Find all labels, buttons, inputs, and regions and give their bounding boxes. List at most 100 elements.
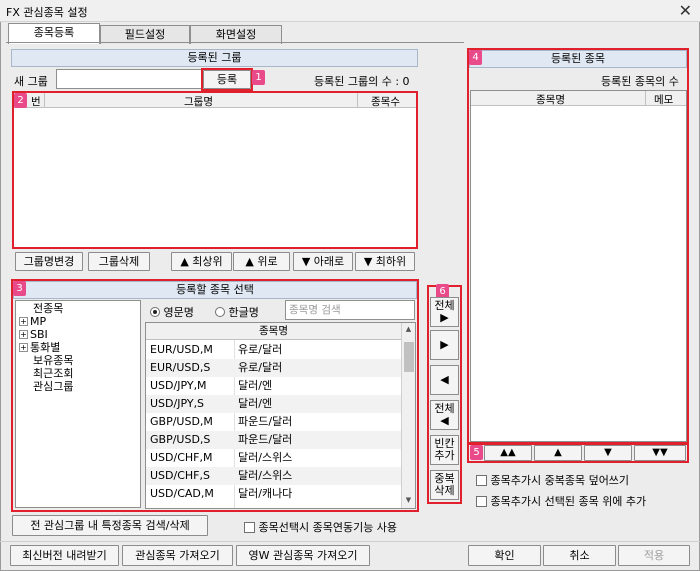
expand-icon[interactable]: + bbox=[19, 317, 28, 326]
groups-list-header bbox=[14, 93, 416, 108]
tab-divider bbox=[6, 42, 464, 43]
symbol-name: 파운드/달러 bbox=[238, 415, 293, 428]
scroll-up-icon[interactable]: ▲ bbox=[403, 325, 414, 333]
radio-english[interactable]: 영문명 bbox=[150, 304, 194, 320]
import-favorites-button[interactable]: 관심종목 가져오기 bbox=[122, 545, 233, 566]
col-divider bbox=[44, 93, 45, 108]
delete-group-button[interactable]: 그룹삭제 bbox=[88, 252, 150, 271]
tree-item-favorites[interactable]: 관심그룹 bbox=[33, 380, 73, 393]
move-prev-button[interactable]: ▲ bbox=[534, 445, 582, 461]
divider bbox=[0, 541, 700, 542]
col-number: 번 bbox=[31, 96, 41, 108]
apply-button[interactable]: 적용 bbox=[618, 545, 690, 566]
add-button[interactable]: ▶ bbox=[430, 330, 459, 360]
move-down-button[interactable]: ▼ 아래로 bbox=[293, 252, 353, 271]
col-memo: 메모 bbox=[654, 94, 674, 106]
symbol-row[interactable]: USD/CAD,M 달러/캐나다 bbox=[146, 485, 401, 503]
category-tree[interactable]: 전종목 + MP + SBI + 통화별 보유종목 최근조회 관심그룹 bbox=[15, 300, 141, 508]
expand-icon[interactable]: + bbox=[19, 343, 28, 352]
expand-icon[interactable]: + bbox=[19, 330, 28, 339]
symbol-code: USD/JPY,S bbox=[150, 397, 205, 410]
move-first-button[interactable]: ▲▲ bbox=[484, 445, 532, 461]
add-above-option[interactable]: 종목추가시 선택된 종목 위에 추가 bbox=[476, 493, 646, 509]
checkbox[interactable] bbox=[244, 522, 255, 533]
symbol-row[interactable]: USD/JPY,S 달러/엔 bbox=[146, 395, 401, 413]
col-divider bbox=[645, 91, 646, 106]
move-last-button[interactable]: ▼▼ bbox=[634, 445, 686, 461]
window-title: FX 관심종목 설정 bbox=[6, 6, 88, 19]
move-up-button[interactable]: ▲ 위로 bbox=[233, 252, 290, 271]
scrollbar[interactable]: ▲ ▼ bbox=[401, 323, 415, 508]
col-symbol-name: 종목명 bbox=[536, 94, 565, 106]
link-option[interactable]: 종목선택시 종목연동기능 사용 bbox=[244, 519, 397, 535]
symbol-name: 유로/달러 bbox=[238, 361, 283, 374]
symbol-row[interactable]: USD/CHF,M 달러/스위스 bbox=[146, 449, 401, 467]
symbol-code: USD/CHF,M bbox=[150, 451, 213, 464]
remove-all-button[interactable]: 전체 ◀ bbox=[430, 400, 459, 430]
close-icon[interactable]: ✕ bbox=[679, 1, 692, 20]
add-blank-button[interactable]: 빈칸 추가 bbox=[430, 435, 459, 465]
symbol-search-input[interactable]: 종목명 검색 bbox=[285, 300, 415, 320]
symbol-rows: EUR/USD,M 유로/달러 EUR/USD,S 유로/달러 USD/JPY,M 달러/… bbox=[146, 341, 401, 503]
register-highlight bbox=[201, 68, 253, 91]
import-yw-button[interactable]: 영W 관심종목 가져오기 bbox=[236, 545, 370, 566]
col-group-name: 그룹명 bbox=[184, 96, 213, 108]
checkbox[interactable] bbox=[476, 475, 487, 486]
registered-count-label: 등록된 종목의 수 bbox=[601, 75, 679, 88]
tree-item-all[interactable]: 전종목 bbox=[33, 302, 63, 315]
col-divider bbox=[357, 93, 358, 108]
delete-duplicates-button[interactable]: 중복 삭제 bbox=[430, 470, 459, 500]
symbol-name: 달러/스위스 bbox=[238, 469, 293, 482]
registered-list[interactable]: 종목명 메모 bbox=[470, 90, 687, 442]
move-top-button[interactable]: ▲ 최상위 bbox=[171, 252, 232, 271]
overwrite-option[interactable]: 종목추가시 중복종목 덮어쓰기 bbox=[476, 472, 629, 488]
tab-symbol-register[interactable]: 종목등록 bbox=[8, 23, 100, 44]
search-in-groups-button[interactable]: 전 관심그룹 내 특정종목 검색/삭제 bbox=[12, 515, 208, 536]
tree-item-recent[interactable]: 최근조회 bbox=[33, 367, 73, 380]
registered-header: 등록된 종목 bbox=[469, 50, 687, 68]
symbol-row[interactable]: GBP/USD,M 파운드/달러 bbox=[146, 413, 401, 431]
symbol-row[interactable]: EUR/USD,S 유로/달러 bbox=[146, 359, 401, 377]
groups-list[interactable]: 번 그룹명 종목수 bbox=[12, 91, 418, 249]
badge-1: 1 bbox=[252, 70, 265, 85]
radio-icon[interactable] bbox=[150, 307, 160, 317]
symbol-name: 달러/엔 bbox=[238, 379, 273, 392]
new-group-label: 새 그룹 bbox=[14, 75, 48, 88]
symbol-name: 유로/달러 bbox=[238, 343, 283, 356]
rename-group-button[interactable]: 그룹명변경 bbox=[15, 252, 83, 271]
symbol-code: EUR/USD,M bbox=[150, 343, 213, 356]
tree-item-sbi[interactable]: + SBI bbox=[19, 328, 48, 341]
checkbox[interactable] bbox=[476, 496, 487, 507]
symbol-code: USD/JPY,M bbox=[150, 379, 207, 392]
symbol-row[interactable]: EUR/USD,M 유로/달러 bbox=[146, 341, 401, 359]
tree-item-mp[interactable]: + MP bbox=[19, 315, 46, 328]
move-next-button[interactable]: ▼ bbox=[584, 445, 632, 461]
download-latest-button[interactable]: 최신버전 내려받기 bbox=[10, 545, 119, 566]
symbol-row[interactable]: GBP/USD,S 파운드/달러 bbox=[146, 431, 401, 449]
ok-button[interactable]: 확인 bbox=[468, 545, 541, 566]
symbol-name: 달러/캐나다 bbox=[238, 487, 293, 500]
remove-button[interactable]: ◀ bbox=[430, 365, 459, 395]
badge-5: 5 bbox=[470, 445, 483, 460]
symbol-code: USD/CHF,S bbox=[150, 469, 210, 482]
groups-header: 등록된 그룹 bbox=[11, 49, 418, 67]
symbol-row[interactable]: USD/CHF,S 달러/스위스 bbox=[146, 467, 401, 485]
radio-korean[interactable]: 한글명 bbox=[215, 304, 259, 320]
symbol-list-header: 종목명 bbox=[146, 323, 401, 340]
scroll-thumb[interactable] bbox=[404, 342, 414, 372]
tree-item-currency[interactable]: + 통화별 bbox=[19, 341, 60, 354]
radio-icon[interactable] bbox=[215, 307, 225, 317]
symbol-row[interactable]: USD/JPY,M 달러/엔 bbox=[146, 377, 401, 395]
symbol-name: 달러/스위스 bbox=[238, 451, 293, 464]
symbol-name: 파운드/달러 bbox=[238, 433, 293, 446]
cancel-button[interactable]: 취소 bbox=[543, 545, 616, 566]
tree-item-holdings[interactable]: 보유종목 bbox=[33, 354, 73, 367]
symbol-list[interactable]: 종목명 ▲ ▼ EUR/USD,M 유로/달러 EUR/USD,S 유로/달러 USD/… bbox=[145, 322, 416, 509]
move-bottom-button[interactable]: ▼ 최하위 bbox=[355, 252, 415, 271]
symbol-code: GBP/USD,S bbox=[150, 433, 211, 446]
new-group-input[interactable] bbox=[56, 69, 202, 89]
symbol-name: 달러/엔 bbox=[238, 397, 273, 410]
add-all-button[interactable]: 전체 ▶ bbox=[430, 297, 459, 327]
symbol-code: EUR/USD,S bbox=[150, 361, 211, 374]
scroll-down-icon[interactable]: ▼ bbox=[403, 496, 414, 504]
